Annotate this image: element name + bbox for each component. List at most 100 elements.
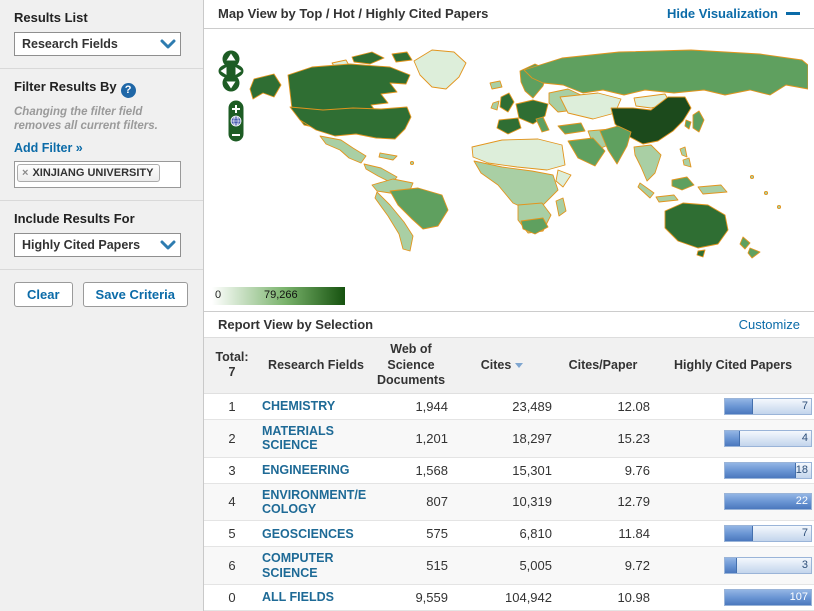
field-link[interactable]: CHEMISTRY [262,399,370,413]
bar-value: 3 [802,559,808,571]
row-cites-per-paper: 15.23 [554,419,652,457]
filter-by-label: Filter Results By? [14,79,189,98]
country-greenland[interactable] [414,50,466,89]
highly-cited-bar: 7 [724,398,812,415]
total-count: 7 [206,365,258,381]
remove-filter-icon[interactable]: × [22,167,28,179]
sort-descending-icon [515,363,523,368]
esi-results-page: Results List Research Fields Filter Resu… [0,0,814,611]
results-list-select-value: Research Fields [22,37,118,51]
row-rank: 4 [204,483,260,521]
row-cites: 6,810 [450,521,554,547]
world-map-area: 0 79,266 [204,29,814,312]
col-header-cites-sort[interactable]: Cites [450,337,554,393]
results-list-section: Results List Research Fields [0,0,203,69]
help-icon[interactable]: ? [121,83,136,98]
country-australia[interactable] [665,203,728,248]
field-link[interactable]: ENGINEERING [262,463,370,477]
field-link[interactable]: COMPUTER SCIENCE [262,551,370,580]
row-cites-per-paper: 11.84 [554,521,652,547]
row-docs: 1,568 [372,457,450,483]
row-cites: 10,319 [450,483,554,521]
save-criteria-button[interactable]: Save Criteria [83,282,189,307]
bar-value: 18 [796,464,808,476]
globe-reset-button[interactable] [231,116,241,126]
region-alaska[interactable] [250,74,281,99]
table-row: 4 ENVIRONMENT/ECOLOGY 807 10,319 12.79 2… [204,483,814,521]
filter-note: Changing the filter field removes all cu… [14,105,189,134]
row-cites-per-paper: 9.76 [554,457,652,483]
bar-value: 22 [796,495,808,507]
row-cites: 23,489 [450,393,554,419]
customize-link[interactable]: Customize [739,317,800,332]
report-view-title: Report View by Selection [218,317,373,332]
include-results-section: Include Results For Highly Cited Papers [0,201,203,270]
total-header: Total: 7 [204,337,260,393]
table-row: 0 ALL FIELDS 9,559 104,942 10.98 107 [204,585,814,611]
sidebar-actions: Clear Save Criteria [0,270,203,319]
results-list-select[interactable]: Research Fields [14,32,181,56]
row-cites-per-paper: 12.79 [554,483,652,521]
row-rank: 6 [204,547,260,585]
row-cites-per-paper: 10.98 [554,585,652,611]
main-panel: Map View by Top / Hot / Highly Cited Pap… [204,0,814,611]
table-row: 5 GEOSCIENCES 575 6,810 11.84 7 [204,521,814,547]
col-header-highly-cited: Highly Cited Papers [652,337,814,393]
country-new-zealand[interactable] [748,248,760,258]
filter-tags-box[interactable]: × XINJIANG UNIVERSITY [14,161,181,188]
map-zoom-control[interactable] [228,100,244,142]
row-rank: 0 [204,585,260,611]
row-cites-per-paper: 9.72 [554,547,652,585]
world-map[interactable] [204,37,808,309]
country-mexico[interactable] [320,136,366,163]
clear-button[interactable]: Clear [14,282,73,307]
field-link[interactable]: GEOSCIENCES [262,527,370,541]
row-rank: 3 [204,457,260,483]
row-rank: 1 [204,393,260,419]
highly-cited-bar: 3 [724,557,812,574]
highly-cited-bar: 7 [724,525,812,542]
table-header-row: Total: 7 Research Fields Web of Science … [204,337,814,393]
hide-visualization-link[interactable]: Hide Visualization [667,6,800,21]
bar-value: 7 [802,400,808,412]
row-cites-per-paper: 12.08 [554,393,652,419]
include-results-label: Include Results For [14,211,189,226]
filters-sidebar: Results List Research Fields Filter Resu… [0,0,204,611]
minus-icon [786,12,800,15]
row-docs: 807 [372,483,450,521]
row-cites: 104,942 [450,585,554,611]
country-russia[interactable] [524,50,808,95]
chevron-down-icon [160,38,176,50]
row-cites: 15,301 [450,457,554,483]
highly-cited-bar: 4 [724,430,812,447]
table-row: 3 ENGINEERING 1,568 15,301 9.76 18 [204,457,814,483]
bar-value: 107 [790,591,808,603]
include-results-select[interactable]: Highly Cited Papers [14,233,181,257]
chevron-down-icon [160,239,176,251]
map-view-title: Map View by Top / Hot / Highly Cited Pap… [218,6,488,21]
row-rank: 2 [204,419,260,457]
report-view-header: Report View by Selection Customize [204,312,814,337]
field-link[interactable]: MATERIALS SCIENCE [262,424,370,453]
country-south-africa[interactable] [521,218,548,234]
country-japan[interactable] [693,111,704,132]
row-docs: 515 [372,547,450,585]
filter-by-section: Filter Results By? Changing the filter f… [0,69,203,201]
row-rank: 5 [204,521,260,547]
row-docs: 575 [372,521,450,547]
add-filter-link[interactable]: Add Filter » [14,141,83,155]
row-docs: 9,559 [372,585,450,611]
field-link[interactable]: ENVIRONMENT/ECOLOGY [262,488,370,517]
map-pan-control[interactable] [218,50,244,96]
filter-tag[interactable]: × XINJIANG UNIVERSITY [17,164,160,182]
table-row: 1 CHEMISTRY 1,944 23,489 12.08 7 [204,393,814,419]
results-list-label: Results List [14,10,189,25]
bar-value: 4 [802,432,808,444]
include-results-select-value: Highly Cited Papers [22,238,140,252]
country-uk[interactable] [500,93,514,112]
table-row: 6 COMPUTER SCIENCE 515 5,005 9.72 3 [204,547,814,585]
row-cites: 18,297 [450,419,554,457]
table-row: 2 MATERIALS SCIENCE 1,201 18,297 15.23 4 [204,419,814,457]
country-usa[interactable] [290,107,411,139]
field-link[interactable]: ALL FIELDS [262,590,370,604]
